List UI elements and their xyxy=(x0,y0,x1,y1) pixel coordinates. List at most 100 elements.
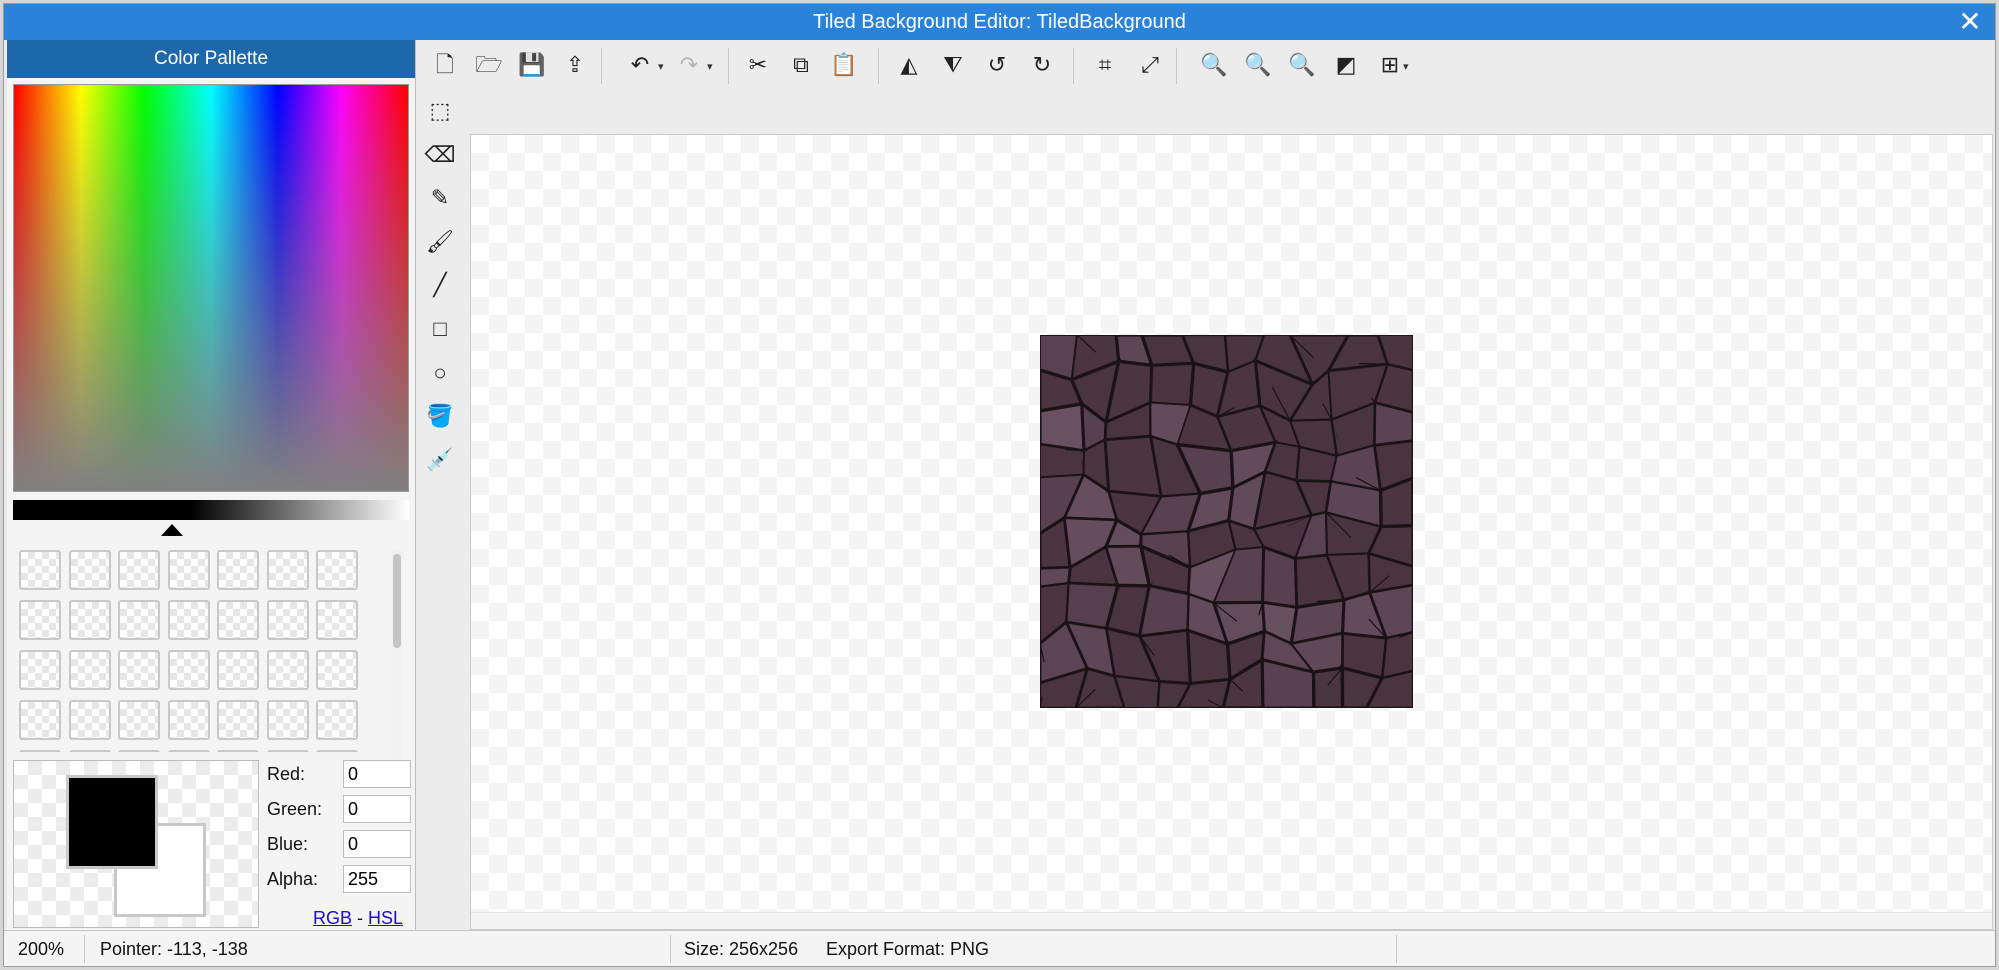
color-swatch[interactable] xyxy=(266,650,309,690)
rotate-right-icon[interactable]: ↻ xyxy=(1025,48,1059,82)
zoom-out-icon[interactable]: 🔍 xyxy=(1241,48,1275,82)
resize-icon[interactable]: ⤢ xyxy=(1133,48,1167,82)
color-swatch[interactable] xyxy=(316,650,358,690)
status-divider xyxy=(1396,935,1397,963)
rotate-left-icon[interactable]: ↺ xyxy=(980,48,1014,82)
invert-icon[interactable]: ◩ xyxy=(1329,48,1363,82)
fill-tool-icon[interactable]: 🪣 xyxy=(423,399,457,433)
rgb-mode-link[interactable]: RGB xyxy=(313,908,352,928)
eraser-tool-icon[interactable]: ⌫ xyxy=(423,138,457,172)
luminance-slider[interactable] xyxy=(13,500,409,520)
color-swatch[interactable] xyxy=(68,550,111,590)
color-swatch[interactable] xyxy=(316,550,358,590)
editor-window: Tiled Background Editor: TiledBackground… xyxy=(3,3,1996,967)
green-input[interactable] xyxy=(343,795,411,823)
color-swatch[interactable] xyxy=(19,550,61,590)
paste-icon[interactable]: 📋 xyxy=(827,48,861,82)
redo-dropdown-icon[interactable]: ▾ xyxy=(707,60,713,73)
close-button[interactable]: ✕ xyxy=(1955,6,1985,38)
status-bar: 200% Pointer: -113, -138 Size: 256x256 E… xyxy=(4,930,1995,966)
color-mode-links: RGB - HSL xyxy=(313,908,403,929)
flip-vertical-icon[interactable]: ⧨ xyxy=(936,48,970,82)
color-swatch[interactable] xyxy=(118,550,160,590)
color-swatch[interactable] xyxy=(118,600,160,640)
color-swatch[interactable] xyxy=(68,750,111,752)
luminance-slider-handle[interactable] xyxy=(161,524,183,536)
color-swatch[interactable] xyxy=(68,700,111,740)
color-swatch[interactable] xyxy=(167,550,210,590)
color-spectrum-picker[interactable] xyxy=(13,84,409,492)
export-format: Export Format: PNG xyxy=(826,939,990,959)
canvas-area[interactable] xyxy=(470,134,1993,930)
save-icon[interactable]: 💾 xyxy=(515,48,549,82)
brush-tool-icon[interactable]: 🖌 xyxy=(423,225,457,259)
color-swatch[interactable] xyxy=(19,750,61,752)
ellipse-tool-icon[interactable]: ○ xyxy=(423,356,457,390)
color-swatch[interactable] xyxy=(266,550,309,590)
color-swatch[interactable] xyxy=(217,550,259,590)
hsl-mode-link[interactable]: HSL xyxy=(368,908,403,928)
color-swatch[interactable] xyxy=(217,700,259,740)
color-swatch[interactable] xyxy=(118,750,160,752)
red-input[interactable] xyxy=(343,760,411,788)
select-tool-icon[interactable]: ⬚ xyxy=(423,94,457,128)
color-swatch[interactable] xyxy=(68,650,111,690)
color-preview xyxy=(13,760,259,928)
eyedropper-tool-icon[interactable]: 💉 xyxy=(423,443,457,477)
color-swatch[interactable] xyxy=(68,600,111,640)
color-swatch[interactable] xyxy=(167,600,210,640)
line-tool-icon[interactable]: ╱ xyxy=(423,268,457,302)
texture-crack xyxy=(1261,703,1264,708)
color-swatch[interactable] xyxy=(19,700,61,740)
color-palette-panel: Color Pallette Red: Green: Blue: Alpha: … xyxy=(7,40,416,930)
color-swatch[interactable] xyxy=(266,600,309,640)
color-swatch[interactable] xyxy=(217,750,259,752)
texture-crack xyxy=(1082,460,1085,475)
blue-input[interactable] xyxy=(343,830,411,858)
grid-dropdown-icon[interactable]: ▾ xyxy=(1403,60,1409,73)
color-palette-title: Color Pallette xyxy=(7,40,415,78)
alpha-label: Alpha: xyxy=(267,869,319,889)
crop-icon[interactable]: ⌗ xyxy=(1088,48,1122,82)
color-swatch[interactable] xyxy=(167,750,210,752)
swatch-grid xyxy=(13,540,393,752)
open-folder-icon[interactable]: 🗁 xyxy=(472,48,506,82)
texture-tile xyxy=(1138,584,1190,638)
color-swatch[interactable] xyxy=(217,650,259,690)
export-icon[interactable]: ⇪ xyxy=(558,48,592,82)
copy-icon[interactable]: ⧉ xyxy=(784,48,818,82)
canvas-horizontal-scrollbar[interactable] xyxy=(471,912,1992,929)
grid-icon[interactable]: ⊞ xyxy=(1373,48,1407,82)
color-swatch[interactable] xyxy=(316,600,358,640)
color-swatch[interactable] xyxy=(266,750,309,752)
toolbar-separator xyxy=(1176,48,1177,84)
redo-icon[interactable]: ↷ xyxy=(672,48,706,82)
cut-icon[interactable]: ✂ xyxy=(741,48,775,82)
color-swatch[interactable] xyxy=(316,750,358,752)
undo-dropdown-icon[interactable]: ▾ xyxy=(658,60,664,73)
swatch-scrollbar-thumb[interactable] xyxy=(393,554,401,648)
color-swatch[interactable] xyxy=(266,700,309,740)
zoom-reset-icon[interactable]: 🔍 xyxy=(1285,48,1319,82)
alpha-input[interactable] xyxy=(343,865,411,893)
color-swatch[interactable] xyxy=(217,600,259,640)
rectangle-tool-icon[interactable]: □ xyxy=(423,312,457,346)
swatch-scrollbar[interactable] xyxy=(392,550,402,760)
color-swatch[interactable] xyxy=(167,700,210,740)
new-file-icon[interactable]: 🗋 xyxy=(428,48,462,82)
window-title: Tiled Background Editor: TiledBackground xyxy=(813,11,1186,33)
foreground-color-swatch[interactable] xyxy=(66,775,158,869)
color-swatch[interactable] xyxy=(167,650,210,690)
pencil-tool-icon[interactable]: ✎ xyxy=(423,181,457,215)
pointer-position: Pointer: -113, -138 xyxy=(100,939,248,959)
zoom-in-icon[interactable]: 🔍 xyxy=(1197,48,1231,82)
background-texture-image xyxy=(1040,335,1413,708)
color-swatch[interactable] xyxy=(316,700,358,740)
color-swatch[interactable] xyxy=(118,650,160,690)
color-swatch[interactable] xyxy=(19,650,61,690)
color-swatch[interactable] xyxy=(19,600,61,640)
undo-icon[interactable]: ↶ xyxy=(623,48,657,82)
texture-tile xyxy=(1149,362,1195,407)
color-swatch[interactable] xyxy=(118,700,160,740)
flip-horizontal-icon[interactable]: ◭ xyxy=(892,48,926,82)
